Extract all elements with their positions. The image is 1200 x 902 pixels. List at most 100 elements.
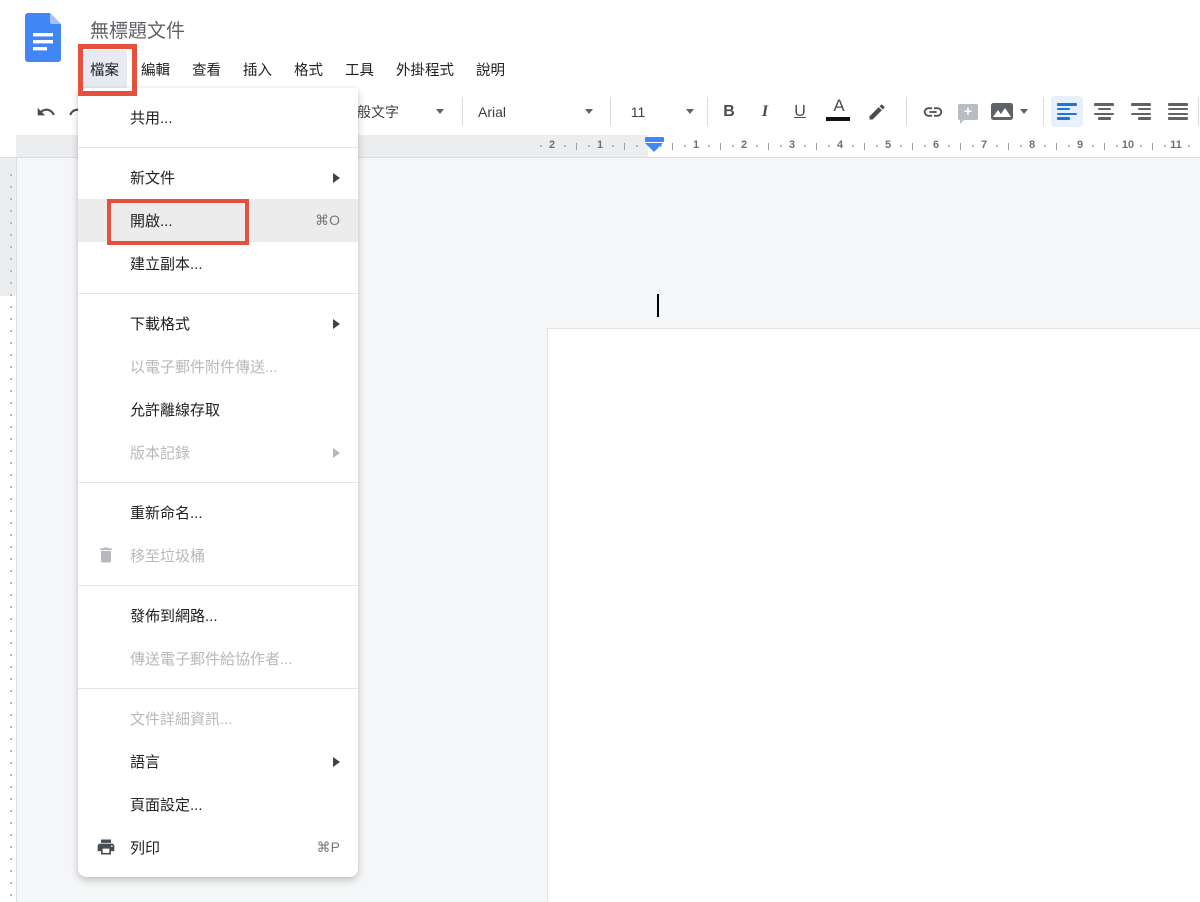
highlight-color-button[interactable]	[863, 88, 891, 135]
ruler-tick	[804, 145, 806, 147]
google-docs-logo-icon[interactable]	[25, 13, 61, 62]
ruler-tick	[10, 462, 12, 464]
menu-divider	[78, 585, 358, 586]
menubar-item-2[interactable]: 查看	[184, 50, 229, 88]
add-comment-button[interactable]: +	[953, 88, 983, 135]
ruler-tick	[816, 143, 817, 150]
ruler-tick	[10, 558, 12, 560]
menu-item-label: 共用...	[130, 110, 173, 127]
menu-item-label: 移至垃圾桶	[130, 548, 206, 565]
file-menu-item-0[interactable]: 共用...	[78, 96, 358, 139]
file-menu-item-19[interactable]: 頁面設定...	[78, 783, 358, 826]
menu-divider	[78, 293, 358, 294]
document-title[interactable]: 無標題文件	[90, 16, 185, 43]
ruler-tick	[1140, 145, 1142, 147]
file-menu-item-6[interactable]: 下載格式	[78, 302, 358, 345]
ruler-tick	[10, 306, 12, 308]
ruler-tick	[564, 145, 566, 147]
menubar-item-5[interactable]: 工具	[337, 50, 382, 88]
file-menu-item-11[interactable]: 重新命名...	[78, 491, 358, 534]
ruler-tick	[612, 145, 614, 147]
ruler-tick	[684, 145, 686, 147]
ruler-tick	[10, 258, 12, 260]
font-size-arrow-icon[interactable]	[686, 109, 694, 114]
file-menu-item-20[interactable]: 列印 ⌘P	[78, 826, 358, 869]
align-left-icon	[1057, 103, 1077, 120]
undo-button[interactable]	[30, 88, 62, 135]
menubar-item-3[interactable]: 插入	[235, 50, 280, 88]
ruler-number: 2	[548, 139, 556, 151]
styles-dropdown-arrow-icon[interactable]	[436, 109, 444, 114]
ruler-tick	[10, 366, 12, 368]
menubar-item-1[interactable]: 編輯	[133, 50, 178, 88]
image-dropdown-arrow-icon[interactable]	[1020, 109, 1028, 114]
ruler-tick	[10, 618, 12, 620]
ruler-tick	[10, 222, 12, 224]
ruler-tick	[10, 198, 12, 200]
underline-icon: U	[794, 102, 806, 120]
menu-item-shortcut: ⌘P	[316, 839, 340, 855]
insert-image-button[interactable]	[988, 88, 1016, 135]
file-menu-item-18[interactable]: 語言	[78, 740, 358, 783]
ruler-tick	[576, 143, 577, 150]
ruler-tick	[1164, 145, 1166, 147]
italic-icon: I	[761, 102, 769, 120]
ruler-tick	[10, 522, 12, 524]
align-right-button[interactable]	[1125, 96, 1157, 127]
insert-link-button[interactable]	[918, 88, 948, 135]
file-menu-item-8[interactable]: 允許離線存取	[78, 388, 358, 431]
align-justify-button[interactable]	[1162, 96, 1194, 127]
ruler-tick	[10, 234, 12, 236]
ruler-tick	[10, 570, 12, 572]
undo-icon	[37, 107, 55, 115]
italic-button[interactable]: I	[752, 88, 778, 135]
file-menu-item-12: 移至垃圾桶	[78, 534, 358, 577]
bold-button[interactable]: B	[716, 88, 742, 135]
ruler-tick	[10, 582, 12, 584]
menu-item-label: 以電子郵件附件傳送...	[130, 359, 278, 376]
file-menu-item-14[interactable]: 發佈到網路...	[78, 594, 358, 637]
ruler-number: 8	[1028, 139, 1036, 151]
menu-item-label: 建立副本...	[130, 256, 203, 273]
ruler-tick	[768, 143, 769, 150]
ruler-tick	[1152, 143, 1153, 150]
first-line-indent-marker[interactable]	[645, 137, 664, 142]
submenu-arrow-icon	[333, 448, 340, 458]
ruler-tick	[10, 498, 12, 500]
document-page[interactable]	[547, 328, 1200, 902]
ruler-tick	[10, 606, 12, 608]
ruler-tick	[10, 810, 12, 812]
align-right-icon	[1131, 103, 1151, 120]
ruler-number: 7	[980, 139, 988, 151]
file-menu-item-4[interactable]: 建立副本...	[78, 242, 358, 285]
menubar-item-4[interactable]: 格式	[286, 50, 331, 88]
vertical-ruler[interactable]	[0, 158, 17, 902]
align-left-button[interactable]	[1051, 96, 1083, 127]
underline-button[interactable]: U	[787, 88, 813, 135]
ruler-tick	[10, 726, 12, 728]
ruler-tick	[10, 390, 12, 392]
ruler-tick	[636, 145, 638, 147]
menu-item-label: 文件詳細資訊...	[130, 711, 233, 728]
font-size-input[interactable]: 11	[626, 88, 650, 135]
menubar-item-6[interactable]: 外掛程式	[388, 50, 462, 88]
file-menu-item-9: 版本記錄	[78, 431, 358, 474]
ruler-tick	[10, 822, 12, 824]
menu-item-label: 頁面設定...	[130, 797, 203, 814]
submenu-arrow-icon	[333, 757, 340, 767]
ruler-tick	[10, 282, 12, 284]
google-docs-window: 無標題文件 檔案 編輯 查看 插入 格式 工具 外掛程式 說明 一般文字 Arial 11 B…	[0, 0, 1200, 902]
toolbar-divider	[462, 97, 463, 126]
align-center-button[interactable]	[1088, 96, 1120, 127]
menu-divider	[78, 688, 358, 689]
font-family-dropdown[interactable]: Arial	[478, 88, 506, 135]
left-indent-marker[interactable]	[645, 143, 663, 152]
ruler-tick	[732, 145, 734, 147]
ruler-tick	[10, 678, 12, 680]
font-dropdown-arrow-icon[interactable]	[585, 109, 593, 114]
menubar-item-7[interactable]: 說明	[468, 50, 513, 88]
ruler-number: 4	[836, 139, 844, 151]
ruler-tick	[10, 270, 12, 272]
file-menu-item-2[interactable]: 新文件	[78, 156, 358, 199]
text-color-button[interactable]: A	[826, 96, 852, 121]
